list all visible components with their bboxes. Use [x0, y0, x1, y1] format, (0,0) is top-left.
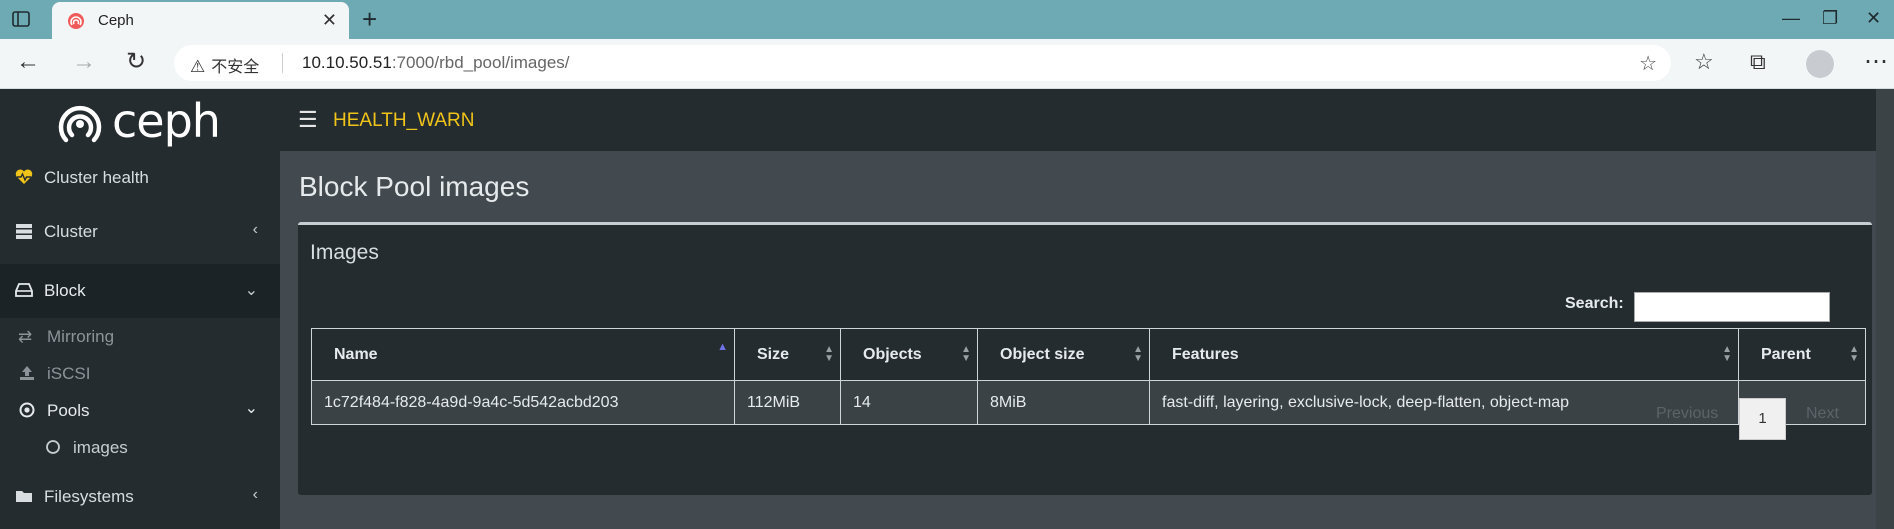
images-table: Name ▲ Size ▲ ▼ Objects ▲ ▼ Object size ▲ ▼ Fea…	[311, 328, 1866, 425]
ceph-favicon-icon	[68, 13, 84, 29]
sort-icon: ▲ ▼	[1849, 344, 1859, 364]
column-header-features[interactable]: Features ▲ ▼	[1149, 328, 1739, 381]
reload-icon[interactable]: ↻	[126, 49, 146, 75]
address-bar-row: ← → ↻ ⚠ 不安全 10.10.50.51:7000/rbd_pool/ima…	[0, 39, 1894, 89]
page-title: Block Pool images	[299, 171, 530, 202]
folder-icon	[16, 491, 32, 502]
table-header-row: Name ▲ Size ▲ ▼ Objects ▲ ▼ Object size ▲ ▼ Fea…	[311, 328, 1866, 381]
browser-tab-bar: Ceph ✕ + — ❐ ✕	[0, 0, 1894, 39]
block-submenu: ⇄ Mirroring iSCSI Pools ⌄ images	[0, 318, 280, 469]
column-header-object-size[interactable]: Object size ▲ ▼	[977, 328, 1150, 381]
cell-name: 1c72f484-f828-4a9d-9a4c-5d542acbd203	[311, 380, 735, 425]
cell-object-size: 8MiB	[977, 380, 1150, 425]
table-row[interactable]: 1c72f484-f828-4a9d-9a4c-5d542acbd203 112…	[311, 380, 1866, 425]
tab-close-icon[interactable]: ✕	[322, 10, 337, 31]
sort-icon: ▲ ▼	[1722, 344, 1732, 364]
warning-icon: ⚠	[190, 57, 206, 76]
exchange-icon: ⇄	[18, 327, 33, 346]
column-header-parent[interactable]: Parent ▲ ▼	[1738, 328, 1866, 381]
chevron-left-icon: ‹	[252, 486, 258, 503]
back-icon[interactable]: ←	[16, 49, 40, 75]
pager-page-1[interactable]: 1	[1739, 398, 1786, 440]
heartbeat-icon	[15, 169, 33, 184]
column-header-objects[interactable]: Objects ▲ ▼	[840, 328, 978, 381]
app-header: ceph ☰ HEALTH_WARN	[0, 89, 1894, 151]
health-status: HEALTH_WARN	[333, 110, 475, 131]
page-scrollbar[interactable]	[1876, 89, 1894, 529]
pager-previous[interactable]: Previous	[1656, 405, 1718, 423]
favorites-icon[interactable]: ☆	[1694, 49, 1714, 75]
drive-icon	[15, 283, 33, 297]
menu-toggle-icon[interactable]: ☰	[298, 107, 318, 133]
ceph-logo-icon	[58, 105, 102, 143]
profile-avatar[interactable]	[1806, 50, 1834, 78]
brand-name: ceph	[112, 94, 221, 148]
address-divider	[282, 53, 283, 73]
ceph-logo[interactable]: ceph	[56, 94, 226, 148]
window-menu-icon[interactable]	[12, 11, 30, 27]
dot-circle-icon	[19, 402, 35, 418]
cell-features: fast-diff, layering, exclusive-lock, dee…	[1149, 380, 1739, 425]
collections-icon[interactable]: ⧉	[1750, 49, 1766, 75]
new-tab-icon[interactable]: +	[362, 5, 377, 33]
cell-size: 112MiB	[734, 380, 841, 425]
chevron-down-icon: ⌄	[244, 400, 258, 417]
sidebar-item-filesystems[interactable]: Filesystems ‹	[0, 470, 280, 524]
search-label: Search:	[1565, 295, 1624, 312]
column-header-name[interactable]: Name ▲	[311, 328, 735, 381]
column-header-size[interactable]: Size ▲ ▼	[734, 328, 841, 381]
sort-icon: ▲ ▼	[961, 344, 971, 364]
minimize-icon[interactable]: —	[1782, 8, 1800, 29]
more-menu-icon[interactable]: ⋯	[1864, 47, 1888, 76]
search-input[interactable]	[1634, 292, 1830, 322]
security-indicator[interactable]: ⚠ 不安全	[190, 53, 259, 77]
address-bar[interactable]: ⚠ 不安全 10.10.50.51:7000/rbd_pool/images/ ☆	[174, 45, 1671, 81]
sidebar: Cluster health Cluster ‹ Block ⌄ ⇄ Mirro…	[0, 151, 280, 529]
window-close-icon[interactable]: ✕	[1866, 8, 1881, 29]
pager-next[interactable]: Next	[1806, 405, 1839, 423]
sort-icon: ▲ ▼	[1133, 344, 1143, 364]
restore-icon[interactable]: ❐	[1822, 8, 1838, 29]
sort-asc-icon: ▲	[717, 341, 728, 353]
sidebar-item-mirroring[interactable]: ⇄ Mirroring	[0, 318, 280, 355]
sidebar-item-iscsi[interactable]: iSCSI	[0, 355, 280, 392]
server-icon	[16, 224, 32, 239]
cell-objects: 14	[840, 380, 978, 425]
sidebar-item-cluster[interactable]: Cluster ‹	[0, 205, 280, 259]
sidebar-item-block[interactable]: Block ⌄	[0, 264, 280, 318]
circle-icon	[46, 440, 60, 454]
sidebar-item-pools[interactable]: Pools ⌄	[0, 392, 280, 429]
upload-icon	[20, 366, 34, 380]
url-text[interactable]: 10.10.50.51:7000/rbd_pool/images/	[302, 53, 570, 73]
chevron-left-icon: ‹	[252, 221, 258, 238]
chevron-down-icon: ⌄	[244, 282, 258, 299]
sidebar-item-images[interactable]: images	[0, 429, 280, 466]
sidebar-item-cluster-health[interactable]: Cluster health	[0, 151, 280, 205]
browser-tab[interactable]: Ceph ✕	[52, 2, 349, 39]
add-favorite-icon[interactable]: ☆	[1639, 51, 1657, 76]
tab-title: Ceph	[98, 12, 134, 29]
images-panel: Images Search: Name ▲ Size ▲ ▼ Objects ▲ ▼ Ob…	[298, 222, 1872, 495]
forward-icon[interactable]: →	[72, 49, 96, 75]
panel-title: Images	[310, 241, 379, 264]
sort-icon: ▲ ▼	[824, 344, 834, 364]
